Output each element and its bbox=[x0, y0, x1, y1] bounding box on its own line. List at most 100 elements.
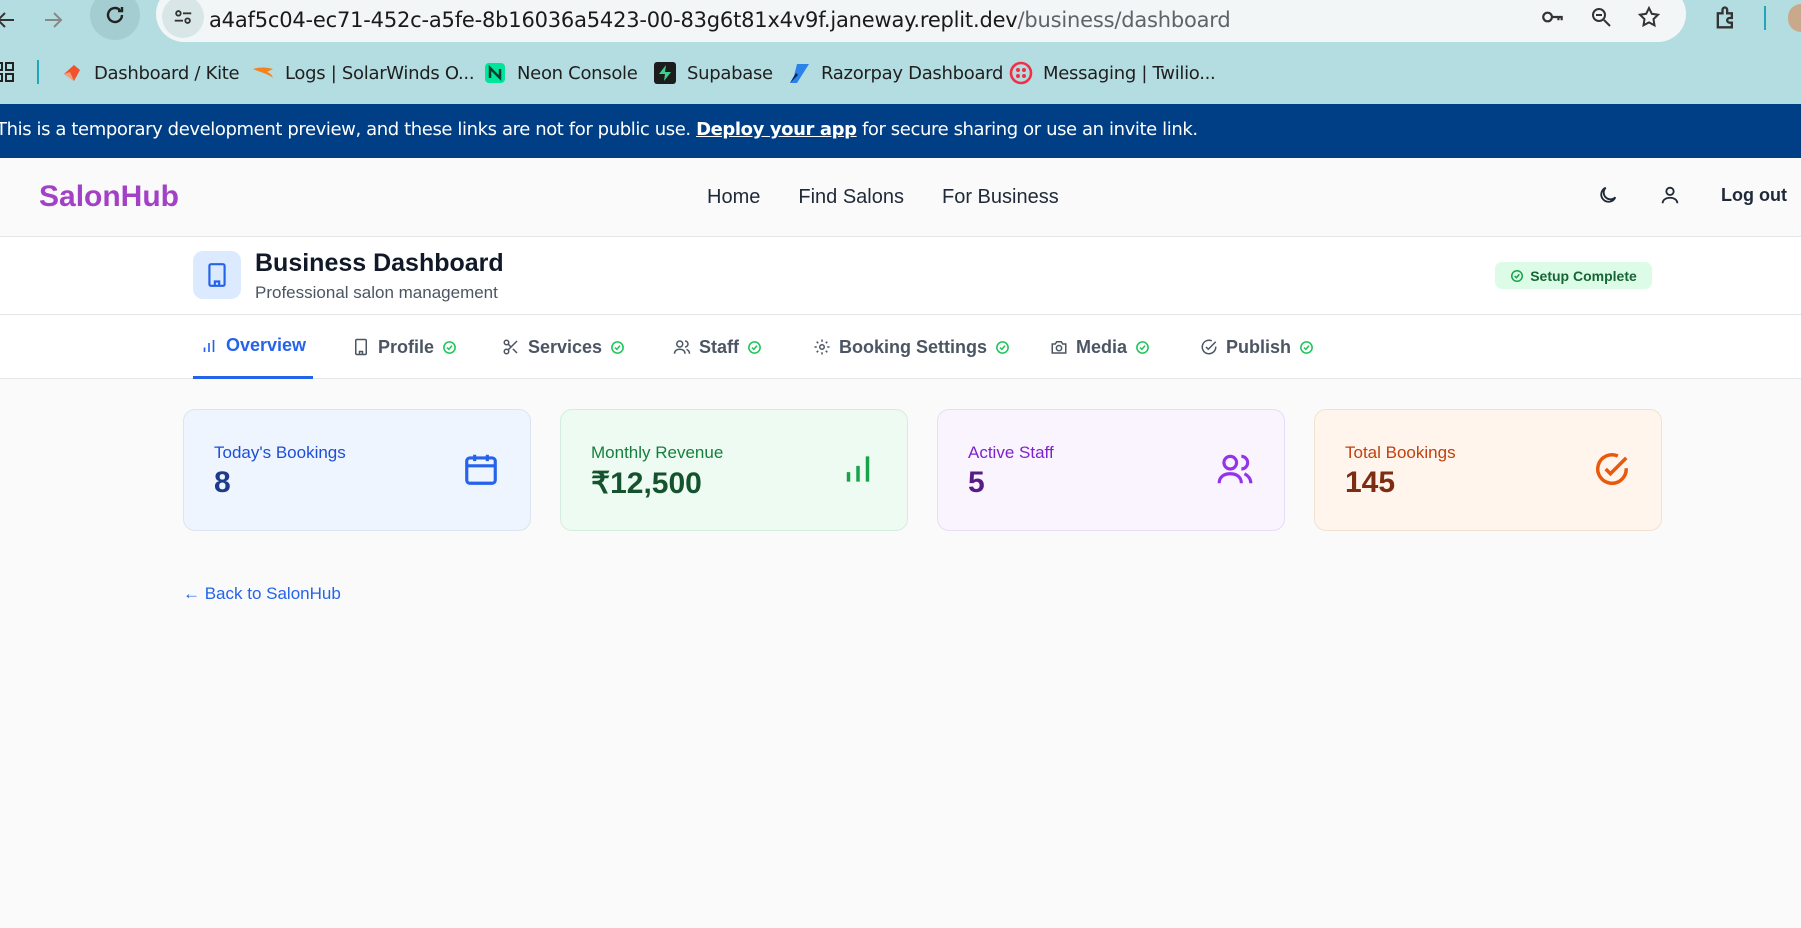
stat-card-monthly-revenue: Monthly Revenue ₹12,500 bbox=[560, 409, 908, 531]
users-icon bbox=[673, 340, 691, 354]
nav-home[interactable]: Home bbox=[707, 186, 760, 209]
tab-label: Publish bbox=[1226, 336, 1292, 357]
check-circle-icon bbox=[611, 340, 624, 354]
bar-chart-icon bbox=[846, 456, 870, 482]
tab-label: Media bbox=[1076, 336, 1128, 357]
bar-chart-icon bbox=[203, 339, 215, 352]
neon-icon bbox=[483, 61, 507, 85]
bookmark-label: Neon Console bbox=[517, 62, 638, 84]
nav-find-salons[interactable]: Find Salons bbox=[798, 186, 904, 209]
stat-card-total-bookings: Total Bookings 145 bbox=[1314, 409, 1662, 531]
site-settings-icon[interactable] bbox=[162, 0, 204, 38]
page-subtitle: Professional salon management bbox=[255, 283, 498, 302]
stat-label: Total Bookings bbox=[1345, 443, 1456, 462]
bookmark-label: Dashboard / Kite bbox=[94, 62, 240, 84]
bookmarks-divider bbox=[37, 60, 39, 84]
twilio-icon bbox=[1009, 61, 1033, 85]
tab-booking-settings[interactable]: Booking Settings bbox=[813, 315, 1010, 379]
salonhub-logo[interactable]: SalonHub bbox=[39, 180, 179, 214]
check-circle-icon bbox=[1300, 340, 1313, 354]
stat-label: Active Staff bbox=[968, 443, 1054, 462]
stat-value: 145 bbox=[1345, 466, 1396, 499]
forward-arrow-icon[interactable] bbox=[33, 0, 73, 40]
banner-text-suffix: for secure sharing or use an invite link… bbox=[861, 119, 1198, 140]
tab-overview[interactable]: Overview bbox=[193, 315, 314, 379]
back-arrow-icon[interactable] bbox=[0, 0, 26, 40]
check-circle-icon bbox=[1201, 339, 1217, 355]
camera-icon bbox=[1051, 341, 1067, 354]
dev-preview-banner: This is a temporary development preview,… bbox=[0, 104, 1801, 158]
browser-chrome: a4af5c04-ec71-452c-a5fe-8b16036a5423-00-… bbox=[0, 0, 1801, 104]
user-icon[interactable] bbox=[1659, 184, 1681, 206]
bookmark-label: Messaging | Twilio... bbox=[1043, 62, 1216, 84]
kite-icon bbox=[60, 61, 84, 85]
stat-card-active-staff: Active Staff 5 bbox=[937, 409, 1285, 531]
url-path: /business/dashboard bbox=[1017, 8, 1231, 32]
deploy-app-link[interactable]: Deploy your app bbox=[696, 119, 857, 140]
url-text[interactable]: a4af5c04-ec71-452c-a5fe-8b16036a5423-00-… bbox=[209, 8, 1231, 32]
scissors-icon bbox=[503, 339, 518, 355]
check-circle-icon bbox=[1136, 340, 1149, 354]
app-header: SalonHub Home Find Salons For Business L… bbox=[0, 158, 1801, 237]
key-icon[interactable] bbox=[1540, 4, 1566, 30]
tab-services[interactable]: Services bbox=[502, 315, 625, 379]
status-badge-label: Setup Complete bbox=[1530, 267, 1637, 284]
star-icon[interactable] bbox=[1636, 4, 1662, 30]
stat-value: ₹12,500 bbox=[591, 467, 702, 500]
apps-grid-icon[interactable] bbox=[0, 62, 14, 82]
tab-label: Services bbox=[528, 336, 603, 357]
check-circle-icon bbox=[996, 340, 1009, 354]
tab-staff[interactable]: Staff bbox=[673, 315, 762, 379]
profile-avatar[interactable] bbox=[1788, 4, 1801, 32]
check-circle-icon bbox=[443, 340, 456, 354]
bookmark-solarwinds[interactable]: Logs | SolarWinds O... bbox=[251, 60, 475, 86]
check-circle-icon bbox=[1511, 269, 1524, 282]
building-icon bbox=[355, 338, 367, 356]
page-title: Business Dashboard bbox=[255, 249, 504, 277]
tab-media[interactable]: Media bbox=[1050, 315, 1150, 379]
building-icon bbox=[193, 251, 241, 299]
dashboard-tabs: Overview Profile Services Staff Booking … bbox=[0, 315, 1801, 379]
url-host: a4af5c04-ec71-452c-a5fe-8b16036a5423-00-… bbox=[209, 8, 1018, 32]
header-actions: Log out bbox=[1597, 184, 1787, 206]
extensions-icon[interactable] bbox=[1712, 4, 1742, 34]
zoom-icon[interactable] bbox=[1588, 4, 1614, 30]
address-row: a4af5c04-ec71-452c-a5fe-8b16036a5423-00-… bbox=[0, 0, 1801, 52]
check-circle-icon bbox=[1596, 453, 1628, 485]
tab-publish[interactable]: Publish bbox=[1200, 315, 1314, 379]
stat-label: Monthly Revenue bbox=[591, 443, 724, 462]
tab-profile[interactable]: Profile bbox=[352, 315, 457, 379]
check-circle-icon bbox=[748, 340, 761, 354]
bookmark-razorpay[interactable]: Razorpay Dashboard bbox=[787, 60, 1003, 86]
bookmark-kite[interactable]: Dashboard / Kite bbox=[60, 60, 240, 86]
stat-value: 5 bbox=[968, 466, 985, 499]
bookmark-label: Supabase bbox=[687, 62, 773, 84]
moon-icon[interactable] bbox=[1597, 184, 1619, 206]
calendar-icon bbox=[465, 454, 497, 485]
dashboard-header: Business Dashboard Professional salon ma… bbox=[0, 237, 1801, 315]
stat-label: Today's Bookings bbox=[214, 443, 346, 462]
stat-value: 8 bbox=[214, 466, 231, 499]
tab-label: Staff bbox=[699, 336, 739, 357]
stat-card-todays-bookings: Today's Bookings 8 bbox=[183, 409, 531, 531]
tab-label: Booking Settings bbox=[839, 336, 987, 357]
tab-label: Profile bbox=[378, 336, 435, 357]
logout-button[interactable]: Log out bbox=[1721, 185, 1787, 206]
bookmark-neon[interactable]: Neon Console bbox=[483, 60, 638, 86]
back-to-salonhub-link[interactable]: ← Back to SalonHub bbox=[183, 584, 341, 604]
bookmark-label: Razorpay Dashboard bbox=[821, 62, 1004, 84]
status-badge: Setup Complete bbox=[1495, 262, 1652, 289]
address-bar[interactable]: a4af5c04-ec71-452c-a5fe-8b16036a5423-00-… bbox=[156, 0, 1686, 42]
bookmark-supabase[interactable]: Supabase bbox=[653, 60, 773, 86]
users-icon bbox=[1217, 454, 1253, 484]
gear-icon bbox=[814, 339, 830, 355]
toolbar-divider bbox=[1764, 6, 1766, 30]
banner-text: This is a temporary development preview,… bbox=[0, 119, 691, 140]
solarwinds-icon bbox=[251, 61, 275, 85]
bookmarks-bar: Dashboard / Kite Logs | SolarWinds O... … bbox=[0, 52, 1801, 92]
reload-icon[interactable] bbox=[90, 0, 140, 40]
main-nav: Home Find Salons For Business bbox=[707, 186, 1059, 209]
bookmark-label: Logs | SolarWinds O... bbox=[285, 62, 475, 84]
nav-for-business[interactable]: For Business bbox=[942, 186, 1059, 209]
bookmark-twilio[interactable]: Messaging | Twilio... bbox=[1009, 60, 1216, 86]
